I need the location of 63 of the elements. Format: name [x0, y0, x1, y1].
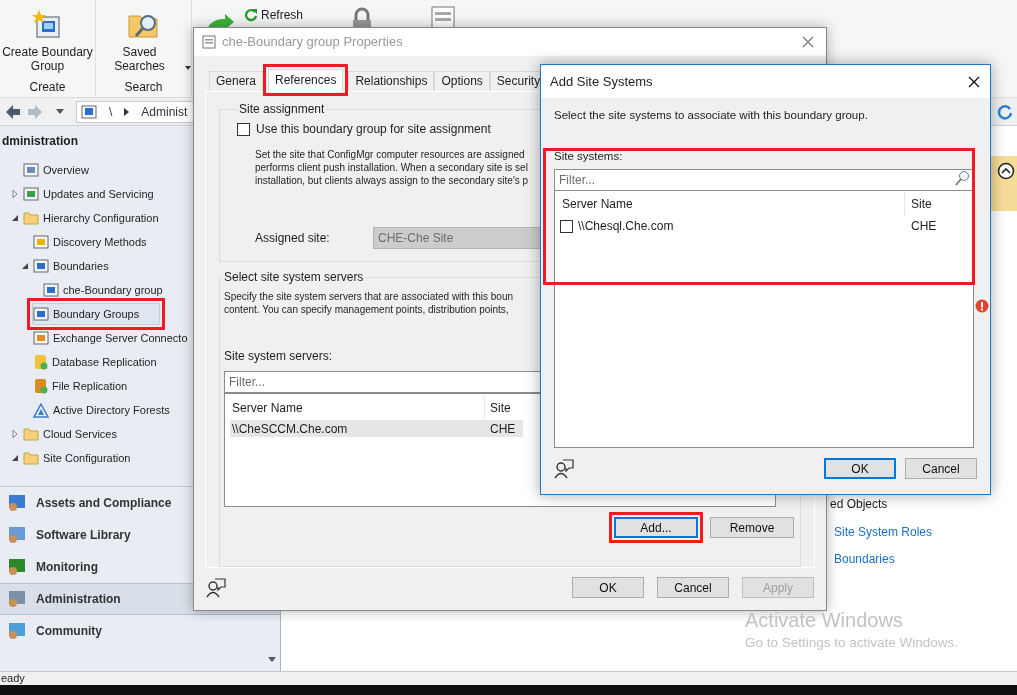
watermark-subtitle: Go to Settings to activate Windows. — [745, 634, 959, 652]
site-code: CHE — [910, 218, 937, 236]
search-ribbon-button[interactable]: Saved Searches — [96, 45, 191, 75]
tree-item[interactable]: Active Directory Forests — [32, 399, 191, 421]
tree-item[interactable]: Exchange Server Connecto — [32, 327, 209, 349]
cancel-button[interactable]: Cancel — [657, 577, 729, 598]
column-header[interactable]: Site — [905, 195, 968, 214]
ribbon-group-label: Create — [29, 79, 66, 96]
tab[interactable]: Relationships — [348, 71, 435, 91]
tree-item[interactable]: Boundaries — [32, 255, 130, 277]
link[interactable]: Boundaries — [834, 550, 1017, 568]
breadcrumb-item[interactable]: \ — [109, 102, 113, 121]
tab[interactable]: Options — [434, 71, 490, 91]
ok-button[interactable]: OK — [572, 577, 644, 598]
field-label: Assigned site: — [255, 230, 331, 247]
description-line: Specify the site system servers that are associated with this boun — [224, 290, 514, 303]
workspace-button[interactable]: Software Library — [0, 519, 280, 551]
description-line: Set the site that ConfigMgr computer resources are assigned — [255, 148, 525, 161]
workspace-button[interactable]: Community — [0, 615, 280, 647]
pane-header: dministration — [1, 133, 78, 150]
tree-item[interactable]: Overview — [22, 159, 110, 181]
window-title: che-Boundary group Properties — [222, 33, 403, 52]
create-ribbon-button[interactable]: Create Boundary Group — [0, 45, 95, 75]
workspace-button[interactable]: Monitoring — [0, 551, 280, 583]
tree-item[interactable]: Boundary Groups — [32, 303, 161, 325]
ribbon-group-label: Search — [124, 79, 163, 96]
list-label: Site systems: — [554, 150, 624, 164]
group-heading: Select site system servers — [223, 269, 365, 286]
list-row[interactable]: \\CheSCCM.Che.com CHE — [230, 420, 523, 437]
group-heading: Site assignment — [238, 101, 326, 118]
server-name: \\Chesql.Che.com — [578, 218, 674, 236]
tree-item[interactable]: Site Configuration — [22, 447, 152, 469]
workspace-button[interactable]: Assets and Compliance — [0, 487, 280, 519]
tree-item[interactable]: Cloud Services — [22, 423, 138, 445]
breadcrumb-item[interactable]: Administ — [141, 102, 188, 121]
site-code: CHE — [489, 420, 516, 438]
filter-field[interactable]: Filter... — [554, 169, 973, 192]
description-line: performs client push installation. When a secondary site is sel — [255, 161, 528, 174]
section-heading: ed Objects — [830, 497, 889, 511]
window-title: Add Site Systems — [550, 72, 653, 91]
server-name: \\CheSCCM.Che.com — [231, 420, 349, 438]
remove-button[interactable]: Remove — [710, 517, 794, 538]
ok-button[interactable]: OK — [824, 458, 896, 480]
tree-item[interactable]: Discovery Methods — [32, 231, 168, 253]
tree-item[interactable]: Database Replication — [32, 351, 178, 373]
add-button[interactable]: Add... — [614, 517, 698, 538]
link[interactable]: Site System Roles — [834, 523, 1017, 541]
watermark-title: Activate Windows — [745, 609, 904, 631]
cancel-button[interactable]: Cancel — [905, 458, 977, 480]
tab[interactable]: References — [268, 69, 344, 91]
description-line: installation, but clients always assign to the secondary site's p — [255, 174, 529, 187]
description-line: content. You can specify management points, distribution points, — [224, 303, 509, 316]
tree-item[interactable]: che-Boundary group — [42, 279, 184, 301]
tree-item[interactable]: File Replication — [32, 375, 149, 397]
tab[interactable]: Genera — [209, 71, 264, 91]
tree-item[interactable]: Updates and Servicing — [22, 183, 175, 205]
list-label: Site system servers: — [224, 348, 334, 365]
checkbox-label: Use this boundary group for site assignment — [256, 121, 491, 138]
instruction-text: Select the site systems to associate with this boundary group. — [554, 108, 869, 123]
status-bar: eady — [0, 671, 1017, 685]
column-header[interactable]: Server Name — [560, 192, 905, 217]
tree-item[interactable]: Hierarchy Configuration — [22, 207, 180, 229]
refresh-button[interactable]: Refresh — [244, 6, 304, 24]
